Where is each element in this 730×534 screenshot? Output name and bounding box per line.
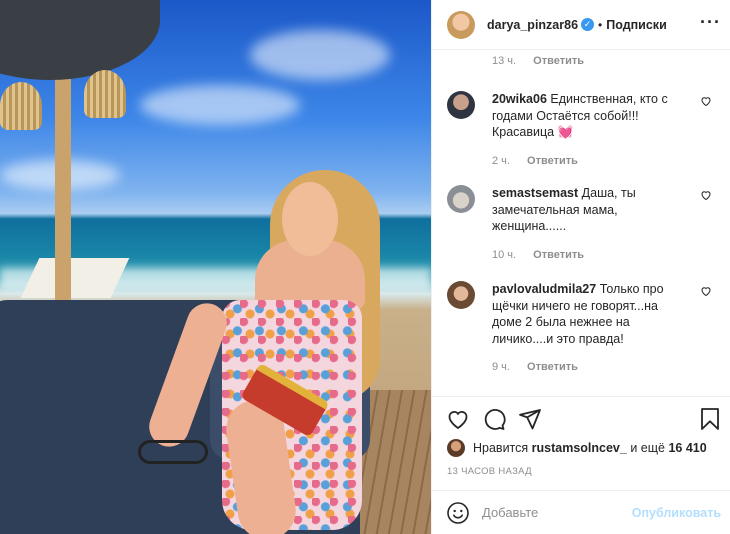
heart-icon[interactable] <box>700 95 712 107</box>
comment-time: 13 ч. <box>492 55 517 67</box>
wicker-lamp <box>0 82 42 130</box>
comments-list[interactable]: 13 ч. Ответить 20wika06 Единственная, кт… <box>432 51 730 396</box>
post-side-panel: darya_pinzar86 ✓ • Подписки ··· 13 ч. От… <box>431 0 730 534</box>
comment-meta: 9 ч. Ответить <box>492 361 688 373</box>
publish-button[interactable]: Опубликовать <box>632 506 721 520</box>
comment-item: 20wika06 Единственная, кто с годами Оста… <box>447 91 717 167</box>
wicker-lamp <box>84 70 126 118</box>
comment-item: pavlovaludmila27 Только про щёчки ничего… <box>447 281 717 373</box>
heart-icon[interactable] <box>700 189 712 201</box>
comment-time: 10 ч. <box>492 248 517 261</box>
likes-prefix: Нравится <box>473 441 529 455</box>
cloud <box>250 30 390 80</box>
author-username[interactable]: darya_pinzar86 <box>487 18 578 32</box>
woman-face <box>282 182 338 256</box>
comment-time: 2 ч. <box>492 154 510 167</box>
bookmark-icon[interactable] <box>698 407 722 431</box>
post-actions: Нравится rustamsolncev_ и ещё 16 410 13 … <box>432 396 730 500</box>
more-options-icon[interactable]: ··· <box>700 12 721 33</box>
reply-button[interactable]: Ответить <box>533 55 584 67</box>
add-comment-bar: Опубликовать <box>432 490 730 534</box>
avatar[interactable] <box>447 91 475 119</box>
likes-count[interactable]: 16 410 <box>668 441 706 455</box>
comment-meta: 13 ч. Ответить <box>492 55 584 67</box>
post-dialog: darya_pinzar86 ✓ • Подписки ··· 13 ч. От… <box>0 0 730 534</box>
heart-icon[interactable] <box>446 407 470 431</box>
heart-icon[interactable] <box>700 285 712 297</box>
post-photo[interactable] <box>0 0 431 534</box>
beach-umbrella <box>0 0 160 80</box>
avatar <box>447 439 465 457</box>
verified-badge-icon: ✓ <box>581 18 595 31</box>
sunglasses <box>138 440 208 464</box>
comment-input[interactable] <box>482 505 622 520</box>
likes-summary[interactable]: Нравится rustamsolncev_ и ещё 16 410 <box>447 439 707 457</box>
comment-username[interactable]: semastsemast <box>492 186 578 200</box>
smile-icon[interactable] <box>446 501 470 525</box>
beach-lounger <box>20 258 130 298</box>
post-timestamp[interactable]: 13 ЧАСОВ НАЗАД <box>447 466 532 477</box>
likes-middle: и ещё <box>630 441 665 455</box>
avatar[interactable] <box>447 10 475 39</box>
comment-meta: 10 ч. Ответить <box>492 249 688 261</box>
umbrella-pole <box>55 60 71 310</box>
likes-user[interactable]: rustamsolncev_ <box>532 441 627 455</box>
reply-button[interactable]: Ответить <box>527 361 578 373</box>
comment-meta: 2 ч. Ответить <box>492 155 688 167</box>
send-icon[interactable] <box>518 407 542 431</box>
avatar[interactable] <box>447 185 475 213</box>
comment-item: semastsemast Даша, ты замечательная мама… <box>447 185 717 261</box>
cloud <box>140 85 300 125</box>
avatar[interactable] <box>447 281 475 309</box>
following-button[interactable]: Подписки <box>606 18 667 32</box>
comment-username[interactable]: 20wika06 <box>492 92 547 106</box>
comment-time: 9 ч. <box>492 361 510 373</box>
reply-button[interactable]: Ответить <box>533 249 584 261</box>
comment-icon[interactable] <box>482 407 506 431</box>
separator: • <box>598 17 603 32</box>
reply-button[interactable]: Ответить <box>527 155 578 167</box>
post-header: darya_pinzar86 ✓ • Подписки ··· <box>432 0 730 50</box>
comment-username[interactable]: pavlovaludmila27 <box>492 282 596 296</box>
